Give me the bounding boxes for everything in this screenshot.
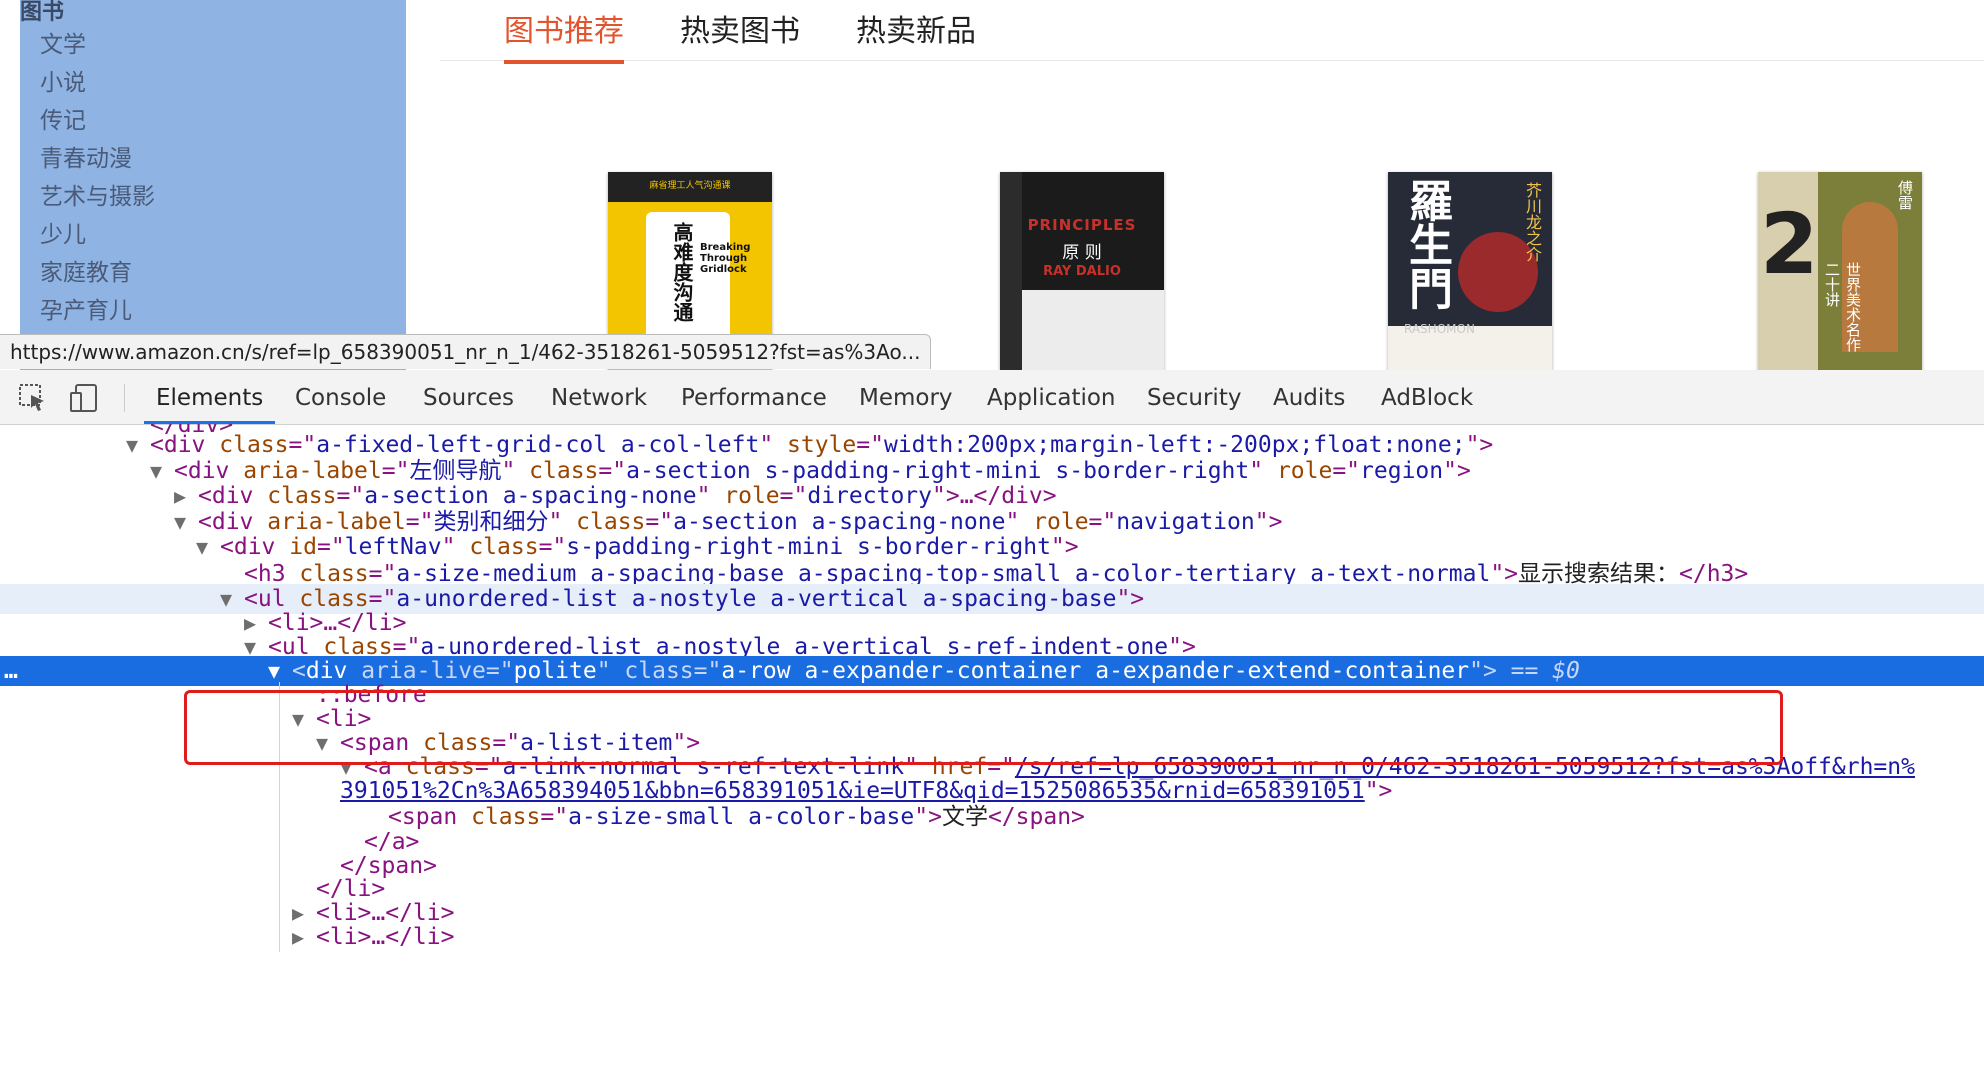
tab-console[interactable]: Console [295,370,386,424]
tab-performance[interactable]: Performance [681,370,827,424]
book-cover-principles[interactable]: PRINCIPLES 原 则 RAY DALIO [1000,172,1164,370]
web-page-viewport: 图书 文学 小说 传记 青春动漫 艺术与摄影 少儿 家庭教育 孕产育儿 图书推荐… [0,0,1984,370]
book-author: 芥川龙之介 [1523,182,1542,262]
devtools-toolbar: Elements Console Sources Network Perform… [0,370,1984,425]
book-title: 羅生門 [1401,178,1452,310]
dom-node-line[interactable]: ▼ <div id="leftNav" class="s-padding-righ… [0,532,1984,562]
book-author: RAY DALIO [1043,264,1121,279]
sidebar-header: 图书 [20,0,65,25]
book-chinese-title: 原 则 [1062,243,1102,263]
book-english-title: Breaking Through Gridlock [700,242,751,275]
collapse-triangle-icon[interactable]: ▶ [292,922,316,952]
sidebar-item-youth-comics[interactable]: 青春动漫 [40,140,155,178]
book-banner: 麻省理工人气沟通课 [649,181,731,191]
tab-book-recommendations[interactable]: 图书推荐 [504,6,624,64]
tab-sources[interactable]: Sources [423,370,514,424]
tab-hot-new-releases[interactable]: 热卖新品 [856,6,976,50]
sidebar-item-family-education[interactable]: 家庭教育 [40,254,155,292]
book-title: 世界美术名作二十讲 [1823,262,1862,352]
sidebar-item-children[interactable]: 少儿 [40,216,155,254]
href-link-continued[interactable]: 391051%2Cn%3A658394051&bbn=658391051&ie=… [340,778,1365,804]
annotation-highlight-box [184,690,1783,765]
book-author: 傅雷 [1896,180,1914,210]
book-cover-rashomon[interactable]: 羅生門 芥川龙之介 RASHOMON [1388,172,1552,370]
dom-node-line[interactable]: ▶ <li>…</li> [0,922,1984,952]
tab-memory[interactable]: Memory [859,370,953,424]
category-sidebar: 图书 文学 小说 传记 青春动漫 艺术与摄影 少儿 家庭教育 孕产育儿 [20,0,406,370]
sidebar-item-biography[interactable]: 传记 [40,102,155,140]
book-tabs: 图书推荐 热卖图书 热卖新品 [440,0,1984,64]
book-title: 高难度沟通 [670,222,694,322]
book-cover-world-art[interactable]: 2 世界美术名作二十讲 傅雷 [1758,172,1922,370]
tab-security[interactable]: Security [1147,370,1241,424]
sidebar-item-art-photography[interactable]: 艺术与摄影 [40,178,155,216]
sidebar-item-pregnancy-parenting[interactable]: 孕产育儿 [40,292,155,330]
tab-audits[interactable]: Audits [1273,370,1345,424]
tab-application[interactable]: Application [987,370,1116,424]
book-title: PRINCIPLES [1027,216,1137,234]
tab-network[interactable]: Network [551,370,647,424]
status-bar-url: https://www.amazon.cn/s/ref=lp_658390051… [0,334,932,369]
inspect-element-icon[interactable] [16,381,50,415]
tab-bestselling-books[interactable]: 热卖图书 [680,6,800,50]
device-toolbar-icon[interactable] [68,381,102,415]
book-english-title: RASHOMON [1404,322,1475,336]
sidebar-item-literature[interactable]: 文学 [40,26,155,64]
toolbar-divider [124,384,125,412]
sidebar-item-fiction[interactable]: 小说 [40,64,155,102]
category-list: 文学 小说 传记 青春动漫 艺术与摄影 少儿 家庭教育 孕产育儿 [40,26,155,330]
tab-elements[interactable]: Elements [143,370,276,424]
expand-triangle-icon[interactable]: ▼ [196,532,220,562]
tab-adblock[interactable]: AdBlock [1381,370,1473,424]
